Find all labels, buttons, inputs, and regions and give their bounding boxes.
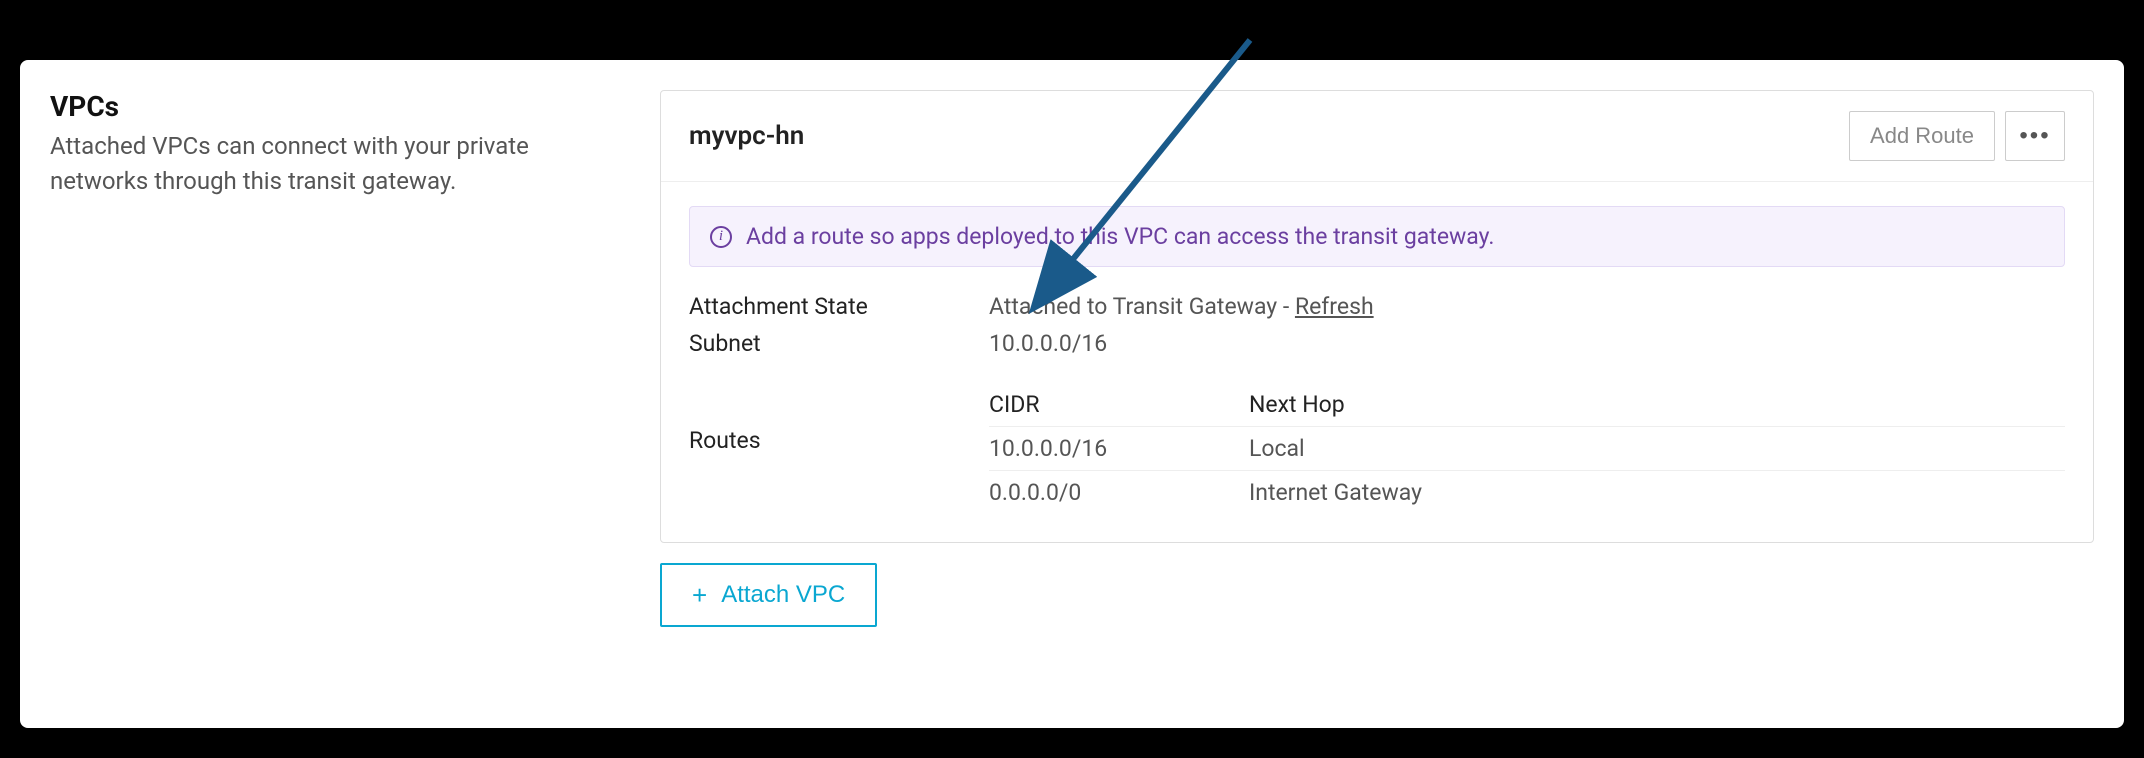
routes-header-row: CIDR Next Hop: [989, 383, 2065, 427]
vpc-panel: VPCs Attached VPCs can connect with your…: [20, 60, 2124, 728]
subnet-label: Subnet: [689, 330, 989, 357]
attachment-state-row: Attachment State Attached to Transit Gat…: [689, 293, 2065, 320]
table-row: 10.0.0.0/16 Local: [989, 427, 2065, 471]
info-banner: i Add a route so apps deployed to this V…: [689, 206, 2065, 267]
route-cidr: 10.0.0.0/16: [989, 435, 1249, 462]
routes-header-nexthop: Next Hop: [1249, 391, 2065, 418]
section-description: Attached VPCs can connect with your priv…: [50, 129, 630, 199]
section-title: VPCs: [50, 90, 630, 123]
card-body: i Add a route so apps deployed to this V…: [661, 182, 2093, 542]
routes-block: Routes CIDR Next Hop 10.0.0.0/16 Local 0…: [689, 383, 2065, 514]
route-nexthop: Local: [1249, 435, 2065, 462]
left-column: VPCs Attached VPCs can connect with your…: [50, 90, 630, 698]
routes-table: CIDR Next Hop 10.0.0.0/16 Local 0.0.0.0/…: [989, 383, 2065, 514]
vpc-name: myvpc-hn: [689, 121, 804, 151]
attachment-state-value: Attached to Transit Gateway - Refresh: [989, 293, 2065, 320]
right-column: myvpc-hn Add Route ••• i Add a route so …: [660, 90, 2094, 698]
info-icon: i: [710, 226, 732, 248]
add-route-button[interactable]: Add Route: [1849, 111, 1995, 161]
attachment-state-label: Attachment State: [689, 293, 989, 320]
more-actions-button[interactable]: •••: [2005, 111, 2065, 161]
table-row: 0.0.0.0/0 Internet Gateway: [989, 471, 2065, 514]
refresh-link[interactable]: Refresh: [1295, 293, 1374, 320]
ellipsis-icon: •••: [2019, 122, 2050, 150]
route-nexthop: Internet Gateway: [1249, 479, 2065, 506]
subnet-row: Subnet 10.0.0.0/16: [689, 330, 2065, 357]
subnet-value: 10.0.0.0/16: [989, 330, 2065, 357]
attach-vpc-label: Attach VPC: [721, 581, 845, 609]
attach-vpc-button[interactable]: + Attach VPC: [660, 563, 877, 627]
routes-header-cidr: CIDR: [989, 391, 1249, 418]
vpc-card: myvpc-hn Add Route ••• i Add a route so …: [660, 90, 2094, 543]
plus-icon: +: [692, 582, 707, 608]
card-actions: Add Route •••: [1849, 111, 2065, 161]
info-message: Add a route so apps deployed to this VPC…: [746, 223, 1494, 250]
routes-label: Routes: [689, 383, 989, 514]
card-header: myvpc-hn Add Route •••: [661, 91, 2093, 182]
route-cidr: 0.0.0.0/0: [989, 479, 1249, 506]
